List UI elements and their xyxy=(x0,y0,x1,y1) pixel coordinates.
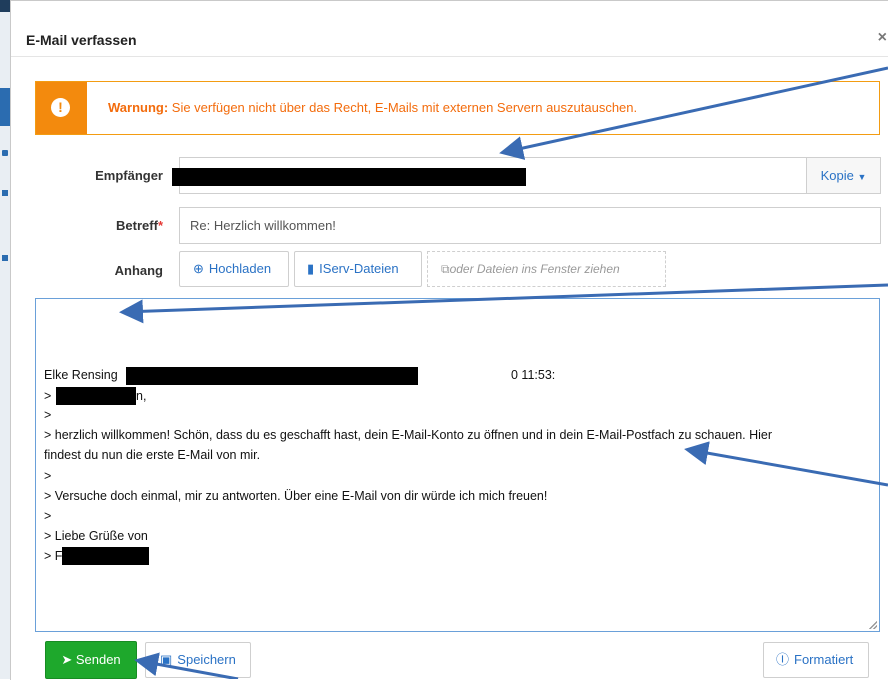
redacted-name xyxy=(56,387,136,405)
save-icon: ▣ xyxy=(160,652,173,667)
attachment-label: Anhang xyxy=(114,263,163,278)
caret-down-icon: ▼ xyxy=(857,172,867,182)
quote-line: 0 11:53: xyxy=(511,368,556,382)
copy-dropdown-button[interactable]: Kopie ▼ xyxy=(806,158,880,193)
background-header-block xyxy=(0,0,10,12)
quote-line: findest du nun die erste E-Mail von mir. xyxy=(44,448,261,462)
resize-handle[interactable] xyxy=(869,621,877,629)
quote-line: > F xyxy=(44,549,63,563)
dialog-title: E-Mail verfassen xyxy=(26,32,137,48)
recipient-input[interactable]: Kopie ▼ xyxy=(172,157,881,194)
redacted-header xyxy=(126,367,418,385)
background-active-item xyxy=(0,88,10,126)
quote-line: > xyxy=(44,408,52,422)
warning-text: Warnung: Sie verfügen nicht über das Rec… xyxy=(108,100,637,115)
upload-label: Hochladen xyxy=(208,261,272,276)
drop-label: oder Dateien ins Fenster ziehen xyxy=(449,262,620,276)
recipient-label: Empfänger xyxy=(95,168,163,183)
background-icon xyxy=(2,190,8,196)
save-button[interactable]: ▣ Speichern xyxy=(145,642,251,678)
compose-dialog: E-Mail verfassen × ! Warnung: Sie verfüg… xyxy=(10,0,888,680)
quote-line: > xyxy=(44,469,52,483)
text-format-icon: Ⓘ xyxy=(776,652,790,667)
quote-line: > xyxy=(44,389,52,403)
iserv-files-label: IServ-Dateien xyxy=(319,261,399,276)
quote-line: > Versuche doch einmal, mir zu antworten… xyxy=(44,489,548,503)
send-button[interactable]: ➤ Senden xyxy=(45,641,137,679)
send-icon: ➤ xyxy=(61,652,76,667)
warning-icon-box: ! xyxy=(36,82,87,134)
quote-line: > Liebe Grüße von xyxy=(44,529,148,543)
copy-files-icon: ⧉ xyxy=(441,262,450,276)
quote-line: Elke Rensing xyxy=(44,368,118,382)
file-icon: ▮ xyxy=(307,261,315,276)
warning-title: Warnung: xyxy=(108,100,169,115)
required-marker: * xyxy=(157,218,163,233)
send-label: Senden xyxy=(75,652,121,667)
redacted-signature xyxy=(62,547,149,565)
subject-input[interactable]: Re: Herzlich willkommen! xyxy=(179,207,881,244)
iserv-files-button[interactable]: ▮ IServ-Dateien xyxy=(294,251,422,287)
message-body-editor[interactable]: Elke Rensing 0 11:53: > n, > > herzlich … xyxy=(35,298,880,632)
subject-label: Betreff* xyxy=(71,218,163,233)
redacted-recipient xyxy=(172,168,526,186)
format-label: Formatiert xyxy=(794,652,854,667)
save-label: Speichern xyxy=(177,652,236,667)
background-sidebar xyxy=(0,0,10,679)
upload-button[interactable]: ⊕ Hochladen xyxy=(179,251,289,287)
format-toggle-button[interactable]: Ⓘ Formatiert xyxy=(763,642,869,678)
subject-label-text: Betreff xyxy=(116,218,158,233)
file-drop-zone[interactable]: ⧉oder Dateien ins Fenster ziehen xyxy=(427,251,666,287)
quote-line: n, xyxy=(136,389,147,403)
dialog-header: E-Mail verfassen × xyxy=(11,1,888,57)
background-icon xyxy=(2,150,8,156)
exclamation-icon: ! xyxy=(51,98,70,117)
quote-line: > herzlich willkommen! Schön, dass du es… xyxy=(44,428,773,442)
warning-message: Sie verfügen nicht über das Recht, E-Mai… xyxy=(168,100,638,115)
quote-line: > xyxy=(44,509,52,523)
copy-label: Kopie xyxy=(820,168,854,183)
background-icon xyxy=(2,255,8,261)
warning-alert: ! Warnung: Sie verfügen nicht über das R… xyxy=(35,81,880,135)
upload-icon: ⊕ xyxy=(193,261,204,276)
close-button[interactable]: × xyxy=(878,29,887,47)
